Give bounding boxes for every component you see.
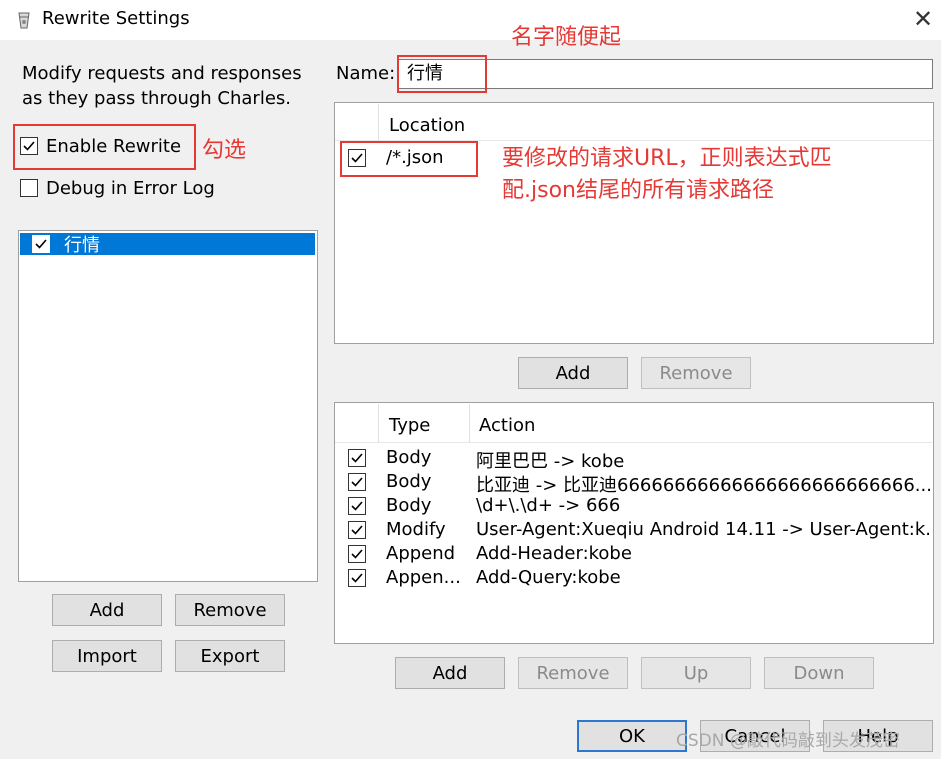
ok-button[interactable]: OK xyxy=(577,720,687,752)
checkbox-checked-icon[interactable] xyxy=(348,149,366,167)
sets-remove-button[interactable]: Remove xyxy=(175,594,285,626)
rule-row-checkbox[interactable] xyxy=(348,521,374,542)
location-column-header[interactable]: Location xyxy=(389,115,465,136)
column-divider xyxy=(378,104,379,140)
locations-table[interactable] xyxy=(334,102,934,344)
rule-type-cell[interactable]: Body xyxy=(386,447,468,468)
checkbox-checked-icon[interactable] xyxy=(348,497,366,515)
rewrite-set-label: 行情 xyxy=(64,235,100,256)
rule-down-button[interactable]: Down xyxy=(764,657,874,689)
rule-action-cell[interactable]: 比亚迪 -> 比亚迪66666666666666666666666666... xyxy=(476,471,930,497)
checkbox-checked-icon[interactable] xyxy=(20,137,38,155)
header-divider xyxy=(335,140,932,141)
checkbox-checked-icon[interactable] xyxy=(348,545,366,563)
checkbox-checked-icon[interactable] xyxy=(348,569,366,587)
location-add-button[interactable]: Add xyxy=(518,357,628,389)
rule-action-cell[interactable]: Add-Query:kobe xyxy=(476,567,930,588)
column-divider xyxy=(378,404,379,442)
rule-action-cell[interactable]: \d+\.\d+ -> 666 xyxy=(476,495,930,516)
location-row-value[interactable]: /*.json xyxy=(386,147,444,168)
rewrite-sets-list[interactable] xyxy=(18,230,318,582)
rule-action-cell[interactable]: User-Agent:Xueqiu Android 14.11 -> User-… xyxy=(476,519,930,540)
rule-row-checkbox[interactable] xyxy=(348,569,374,590)
type-column-header[interactable]: Type xyxy=(389,415,430,436)
export-button[interactable]: Export xyxy=(175,640,285,672)
annotation-location-note-line2: 配.json结尾的所有请求路径 xyxy=(502,178,774,203)
checkbox-checked-icon[interactable] xyxy=(348,521,366,539)
rule-type-cell[interactable]: Append xyxy=(386,543,468,564)
rewrite-settings-dialog: Rewrite Settings ✕ Modify requests and r… xyxy=(0,0,941,759)
debug-error-log-checkbox[interactable]: Debug in Error Log xyxy=(20,176,215,200)
annotation-location-note-line1: 要修改的请求URL，正则表达式匹 xyxy=(502,146,832,171)
window-title: Rewrite Settings xyxy=(42,8,190,29)
rule-type-cell[interactable]: Body xyxy=(386,495,468,516)
rule-row-checkbox[interactable] xyxy=(348,545,374,566)
rule-row-checkbox[interactable] xyxy=(348,473,374,494)
import-button[interactable]: Import xyxy=(52,640,162,672)
rule-action-cell[interactable]: 阿里巴巴 -> kobe xyxy=(476,447,930,473)
action-column-header[interactable]: Action xyxy=(479,415,535,436)
checkbox-unchecked-icon[interactable] xyxy=(20,179,38,197)
checkbox-checked-icon[interactable] xyxy=(348,473,366,491)
rule-remove-button[interactable]: Remove xyxy=(518,657,628,689)
debug-error-log-label: Debug in Error Log xyxy=(46,177,215,199)
enable-rewrite-label: Enable Rewrite xyxy=(46,135,182,157)
checkbox-checked-icon[interactable] xyxy=(32,235,50,253)
annotation-check-note: 勾选 xyxy=(202,138,247,163)
close-icon[interactable]: ✕ xyxy=(908,4,938,34)
location-row-checkbox[interactable] xyxy=(348,149,374,170)
header-divider xyxy=(335,442,932,443)
description-text: Modify requests and responses as they pa… xyxy=(22,63,302,109)
checkbox-checked-icon[interactable] xyxy=(348,449,366,467)
location-remove-button[interactable]: Remove xyxy=(641,357,751,389)
sets-add-button[interactable]: Add xyxy=(52,594,162,626)
rule-type-cell[interactable]: Modify xyxy=(386,519,468,540)
rule-type-cell[interactable]: Body xyxy=(386,471,468,492)
name-input[interactable]: 行情 xyxy=(398,59,933,89)
enable-rewrite-checkbox[interactable]: Enable Rewrite xyxy=(20,134,181,158)
annotation-name-note: 名字随便起 xyxy=(511,25,622,50)
rule-up-button[interactable]: Up xyxy=(641,657,751,689)
rule-add-button[interactable]: Add xyxy=(395,657,505,689)
rule-row-checkbox[interactable] xyxy=(348,497,374,518)
rule-action-cell[interactable]: Add-Header:kobe xyxy=(476,543,930,564)
column-divider xyxy=(469,404,470,442)
rewrite-set-item[interactable]: 行情 xyxy=(20,233,315,256)
rule-row-checkbox[interactable] xyxy=(348,449,374,470)
csdn-watermark: CSDN @敲代码敲到头发茂密 xyxy=(676,731,900,751)
rule-type-cell[interactable]: Appen... xyxy=(386,567,468,588)
name-label: Name: xyxy=(336,63,396,84)
charles-app-icon xyxy=(18,12,30,29)
title-bar: Rewrite Settings ✕ xyxy=(0,0,941,40)
